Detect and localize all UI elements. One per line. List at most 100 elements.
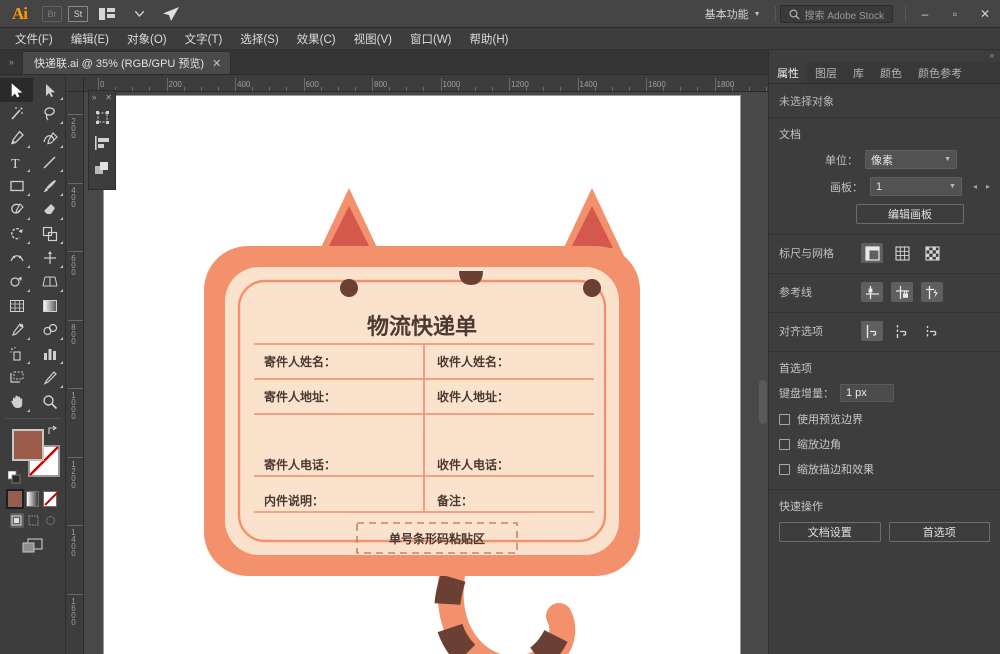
tab-color-guide[interactable]: 颜色参考 (910, 62, 970, 83)
transform-panel-icon[interactable] (89, 104, 115, 130)
draw-normal-button[interactable] (10, 513, 24, 528)
color-mode-button[interactable] (6, 489, 24, 509)
document-setup-button[interactable]: 文档设置 (779, 522, 881, 542)
menu-file[interactable]: 文件(F) (6, 29, 62, 49)
bridge-icon[interactable]: Br (42, 5, 62, 22)
snap-to-pixel-icon[interactable] (921, 321, 943, 341)
draw-inside-button[interactable] (43, 513, 57, 528)
close-icon[interactable]: ✕ (105, 93, 112, 102)
canvas-area[interactable]: 物流快递单 寄件人姓名： 寄件人地址： 寄件人电话： 内件说明： 收件人姓名： … (84, 92, 768, 654)
menu-view[interactable]: 视图(V) (345, 29, 401, 49)
direct-selection-tool[interactable] (33, 78, 66, 102)
close-button[interactable]: ✕ (970, 0, 1000, 28)
menu-select[interactable]: 选择(S) (231, 29, 287, 49)
checkbox-scale-strokes-effects[interactable]: 缩放描边和效果 (779, 461, 990, 477)
default-fill-stroke-icon[interactable] (7, 470, 21, 484)
snap-to-grid-icon[interactable] (891, 321, 913, 341)
draw-behind-button[interactable] (27, 513, 41, 528)
collapse-panel-icon[interactable]: » (0, 49, 22, 74)
checkbox-icon[interactable] (779, 463, 790, 475)
workspace-switcher[interactable]: 基本功能 ▼ (695, 6, 771, 22)
artboard[interactable]: 物流快递单 寄件人姓名： 寄件人地址： 寄件人电话： 内件说明： 收件人姓名： … (104, 96, 740, 654)
pathfinder-panel-icon[interactable] (89, 156, 115, 182)
smart-guides-icon[interactable] (921, 282, 943, 302)
lasso-tool[interactable] (33, 102, 66, 126)
none-mode-button[interactable] (43, 491, 59, 507)
arrange-documents-icon[interactable] (94, 4, 120, 24)
type-tool[interactable]: T (0, 150, 33, 174)
eyedropper-tool[interactable] (0, 318, 33, 342)
stock-icon[interactable]: St (68, 5, 88, 22)
search-adobe-stock[interactable]: 搜索 Adobe Stock (779, 5, 893, 23)
shape-builder-tool[interactable] (0, 270, 33, 294)
zoom-tool[interactable] (33, 390, 66, 414)
minimize-button[interactable]: – (910, 0, 940, 28)
rectangle-tool[interactable] (0, 174, 33, 198)
maximize-button[interactable]: ▫ (940, 0, 970, 28)
tab-libraries[interactable]: 库 (845, 62, 872, 83)
curvature-tool[interactable] (33, 126, 66, 150)
paintbrush-tool[interactable] (33, 174, 66, 198)
align-panel-icon[interactable] (89, 130, 115, 156)
scale-tool[interactable] (33, 222, 66, 246)
edit-artboard-button[interactable]: 编辑画板 (856, 204, 964, 224)
preferences-button[interactable]: 首选项 (888, 522, 990, 542)
lock-guides-icon[interactable] (891, 282, 913, 302)
perspective-grid-tool[interactable] (33, 270, 66, 294)
next-artboard-button[interactable]: ▸ (986, 182, 990, 191)
collapse-icon[interactable]: » (92, 93, 96, 102)
document-tab[interactable]: 快递联.ai @ 35% (RGB/GPU 预览) ✕ (22, 51, 232, 74)
eraser-tool[interactable] (33, 198, 66, 222)
keyboard-increment-input[interactable]: 1 px (840, 384, 894, 402)
tab-color[interactable]: 颜色 (872, 62, 910, 83)
slice-tool[interactable] (33, 366, 66, 390)
share-icon[interactable] (158, 4, 184, 24)
menu-window[interactable]: 窗口(W) (401, 29, 461, 49)
checkbox-use-preview-bounds[interactable]: 使用预览边界 (779, 411, 990, 427)
artboard-select[interactable]: 1 ▼ (869, 177, 962, 196)
menu-edit[interactable]: 编辑(E) (62, 29, 118, 49)
free-transform-tool[interactable] (33, 246, 66, 270)
close-icon[interactable]: ✕ (212, 57, 221, 70)
line-segment-tool[interactable] (33, 150, 66, 174)
mesh-tool[interactable] (0, 294, 33, 318)
hand-tool[interactable] (0, 390, 33, 414)
menu-effect[interactable]: 效果(C) (288, 29, 345, 49)
shaper-tool[interactable] (0, 198, 33, 222)
show-transparency-grid-icon[interactable] (921, 243, 943, 263)
checkbox-scale-corners[interactable]: 缩放边角 (779, 436, 990, 452)
checkbox-icon[interactable] (779, 413, 790, 425)
width-tool[interactable] (0, 246, 33, 270)
show-guides-icon[interactable] (861, 282, 883, 302)
tab-properties[interactable]: 属性 (769, 62, 807, 83)
magic-wand-tool[interactable] (0, 102, 33, 126)
change-screen-mode-button[interactable] (20, 536, 46, 556)
artboard-tool[interactable] (0, 366, 33, 390)
floating-mini-dock[interactable]: » ✕ (88, 90, 116, 190)
snap-to-point-icon[interactable] (861, 321, 883, 341)
show-rulers-icon[interactable] (861, 243, 883, 263)
fill-swatch[interactable] (12, 429, 44, 461)
selection-tool[interactable] (0, 78, 33, 102)
rotate-tool[interactable] (0, 222, 33, 246)
expand-panels-icon[interactable]: » (990, 51, 994, 60)
blend-tool[interactable] (33, 318, 66, 342)
menu-object[interactable]: 对象(O) (118, 29, 176, 49)
unit-select[interactable]: 像素 ▼ (865, 150, 957, 169)
swap-fill-stroke-icon[interactable] (47, 425, 58, 438)
tab-layers[interactable]: 图层 (807, 62, 845, 83)
prev-artboard-button[interactable]: ◂ (973, 182, 977, 191)
checkbox-icon[interactable] (779, 438, 790, 450)
symbol-sprayer-tool[interactable] (0, 342, 33, 366)
menu-type[interactable]: 文字(T) (176, 29, 232, 49)
menu-help[interactable]: 帮助(H) (461, 29, 518, 49)
chevron-down-icon[interactable] (126, 4, 152, 24)
column-graph-tool[interactable] (33, 342, 66, 366)
show-grid-icon[interactable] (891, 243, 913, 263)
pen-tool[interactable] (0, 126, 33, 150)
gradient-mode-button[interactable] (25, 491, 40, 507)
horizontal-ruler[interactable]: 0200400600800100012001400160018002000 (84, 78, 768, 92)
gradient-tool[interactable] (33, 294, 66, 318)
panel-scrollbar[interactable] (759, 380, 767, 424)
vertical-ruler[interactable]: 20040060080010001200140016001800 (68, 92, 84, 654)
